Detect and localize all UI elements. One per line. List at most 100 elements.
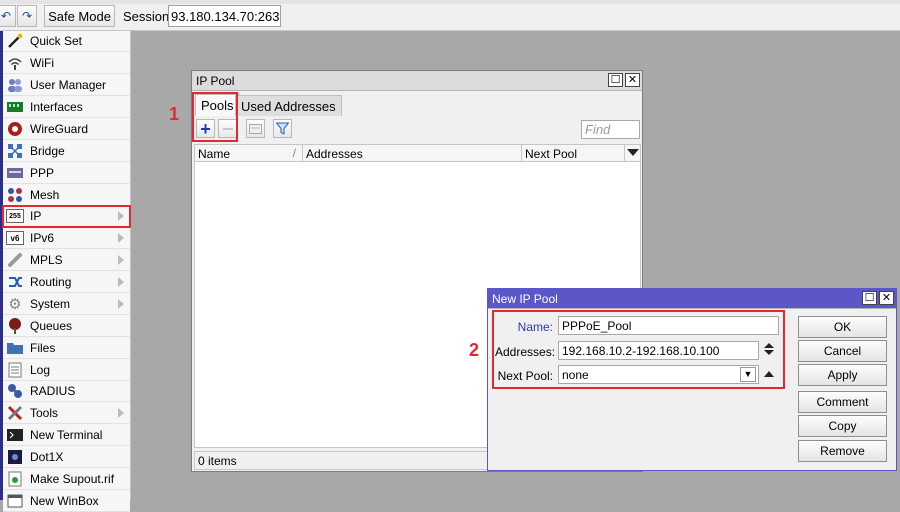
- submenu-arrow-icon: [118, 277, 124, 287]
- top-strip: [0, 0, 900, 4]
- sidebar-item-label: Tools: [30, 406, 59, 420]
- step-2-label: 2: [469, 340, 480, 360]
- add-remove-address-arrows-icon[interactable]: [764, 343, 776, 359]
- comment-toolbar-button[interactable]: [246, 119, 265, 138]
- ppp-icon: [6, 165, 24, 181]
- next-pool-select[interactable]: none: [558, 365, 759, 384]
- sidebar-item-bridge[interactable]: Bridge: [3, 141, 130, 162]
- add-button[interactable]: +: [196, 119, 215, 138]
- apply-button[interactable]: Apply: [798, 364, 887, 386]
- close-button[interactable]: ✕: [879, 291, 894, 305]
- sidebar-item-routing[interactable]: Routing: [3, 272, 130, 293]
- maximize-button[interactable]: ☐: [608, 73, 623, 87]
- redo-icon: ↷: [21, 9, 33, 23]
- users-icon: [6, 77, 24, 93]
- session-field[interactable]: 93.180.134.70:2639: [168, 5, 281, 27]
- column-header-addresses[interactable]: Addresses: [303, 145, 522, 162]
- filter-button[interactable]: [273, 119, 292, 138]
- sidebar-item-mesh[interactable]: Mesh: [3, 185, 130, 206]
- sidebar-item-tools[interactable]: Tools: [3, 403, 130, 424]
- sidebar-item-radius[interactable]: RADIUS: [3, 381, 130, 402]
- sidebar-item-system[interactable]: ⚙ System: [3, 294, 130, 315]
- sidebar-item-new-terminal[interactable]: New Terminal: [3, 425, 130, 446]
- sidebar-item-make-supout[interactable]: Make Supout.rif: [3, 469, 130, 490]
- column-label: Name: [198, 147, 231, 161]
- top-toolbar: ↶ ↷ Safe Mode Session: 93.180.134.70:263…: [0, 0, 900, 31]
- sidebar-item-ppp[interactable]: PPP: [3, 163, 130, 184]
- copy-button[interactable]: Copy: [798, 415, 887, 437]
- new-ip-pool-window: New IP Pool ☐ ✕ Name: PPPoE_Pool Address…: [487, 288, 897, 471]
- dropdown-arrow-icon: ▼: [743, 369, 753, 379]
- name-field[interactable]: PPPoE_Pool: [558, 316, 779, 335]
- sidebar-item-label: WireGuard: [30, 122, 89, 136]
- column-header-next-pool[interactable]: Next Pool: [522, 145, 625, 162]
- log-icon: [6, 362, 24, 378]
- submenu-arrow-icon: [118, 211, 124, 221]
- name-label: Name:: [517, 320, 553, 334]
- ip-pool-titlebar[interactable]: IP Pool ☐ ✕: [192, 71, 642, 91]
- collapse-field-icon[interactable]: [764, 371, 774, 377]
- sidebar-item-label: New Terminal: [30, 428, 103, 442]
- wireguard-icon: [6, 121, 24, 137]
- sidebar-item-wifi[interactable]: WiFi: [3, 53, 130, 74]
- ip-icon: 255: [6, 209, 24, 223]
- sidebar-item-log[interactable]: Log: [3, 360, 130, 381]
- new-ip-pool-titlebar[interactable]: New IP Pool ☐ ✕: [488, 289, 896, 309]
- sidebar-item-queues[interactable]: Queues: [3, 316, 130, 337]
- comment-button[interactable]: Comment: [798, 391, 887, 413]
- ok-button[interactable]: OK: [798, 316, 887, 338]
- sidebar-item-label: Bridge: [30, 144, 65, 158]
- comment-icon: [249, 123, 262, 134]
- safe-mode-button[interactable]: Safe Mode: [44, 5, 115, 27]
- addresses-field[interactable]: 192.168.10.2-192.168.10.100: [558, 341, 759, 360]
- sidebar-item-user-manager[interactable]: User Manager: [3, 75, 130, 96]
- tools-icon: [6, 405, 24, 421]
- sidebar-item-label: Mesh: [30, 188, 60, 202]
- tab-used-addresses[interactable]: Used Addresses: [235, 95, 342, 116]
- interfaces-icon: [6, 99, 24, 115]
- sidebar-item-wireguard[interactable]: WireGuard: [3, 119, 130, 140]
- dot1x-icon: [6, 449, 24, 465]
- ipv6-icon: v6: [6, 231, 24, 245]
- routing-icon: [6, 274, 24, 290]
- sidebar-item-new-winbox[interactable]: New WinBox: [3, 491, 130, 512]
- tab-pools[interactable]: Pools: [195, 94, 240, 116]
- sidebar-item-label: PPP: [30, 166, 55, 180]
- submenu-arrow-icon: [118, 299, 124, 309]
- sidebar-item-label: MPLS: [30, 253, 63, 267]
- sidebar-item-dot1x[interactable]: Dot1X: [3, 447, 130, 468]
- column-label: Next Pool: [525, 147, 578, 161]
- remove-button[interactable]: [218, 119, 237, 138]
- cancel-button[interactable]: Cancel: [798, 340, 887, 362]
- find-input[interactable]: Find: [581, 120, 640, 139]
- wifi-icon: [6, 55, 24, 71]
- bridge-icon: [6, 143, 24, 159]
- close-button[interactable]: ✕: [625, 73, 640, 87]
- window-title: New IP Pool: [492, 292, 558, 306]
- column-header-name[interactable]: Name /: [195, 145, 303, 162]
- sort-indicator-icon: /: [292, 146, 296, 160]
- maximize-button[interactable]: ☐: [862, 291, 877, 305]
- addresses-label: Addresses:: [495, 345, 556, 359]
- sidebar-item-label: System: [30, 297, 71, 311]
- sidebar-item-quick-set[interactable]: Quick Set: [3, 31, 130, 52]
- redo-button[interactable]: ↷: [17, 5, 37, 27]
- sidebar-item-label: RADIUS: [30, 384, 76, 398]
- column-menu-dropdown-icon[interactable]: [627, 149, 639, 156]
- next-pool-dropdown-button[interactable]: ▼: [740, 367, 756, 382]
- sidebar-item-ip[interactable]: 255 IP: [2, 205, 131, 228]
- sidebar-item-ipv6[interactable]: v6 IPv6: [3, 228, 130, 249]
- winbox-icon: [6, 493, 24, 509]
- sidebar-item-mpls[interactable]: MPLS: [3, 250, 130, 271]
- sidebar-item-files[interactable]: Files: [3, 338, 130, 359]
- sidebar-item-label: Files: [30, 341, 56, 355]
- remove-pool-button[interactable]: Remove: [798, 440, 887, 462]
- sidebar-item-label: Make Supout.rif: [30, 472, 115, 486]
- sidebar-item-label: IP: [30, 209, 42, 223]
- sidebar-menu: Quick Set WiFi User Manager Interfaces W…: [0, 31, 131, 512]
- step-1-label: 1: [169, 104, 180, 124]
- terminal-icon: [6, 427, 24, 443]
- undo-button[interactable]: ↶: [0, 5, 16, 27]
- filter-icon: [276, 122, 289, 135]
- sidebar-item-interfaces[interactable]: Interfaces: [3, 97, 130, 118]
